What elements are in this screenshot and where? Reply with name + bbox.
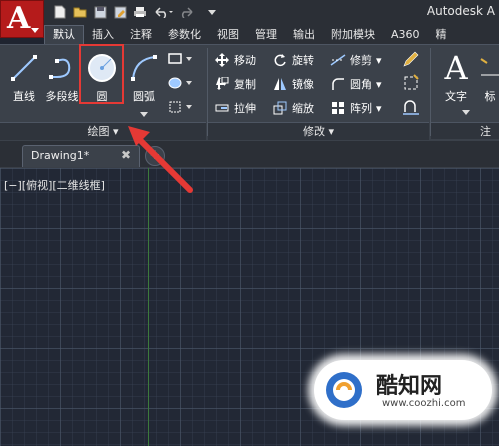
chevron-down-icon: ▾ xyxy=(376,77,382,91)
save-icon[interactable] xyxy=(92,4,108,20)
circle-highlight-box xyxy=(79,44,124,104)
pencil-icon xyxy=(403,51,419,67)
fillet-icon xyxy=(330,76,346,92)
chevron-down-icon: ▾ xyxy=(376,101,382,115)
hatch-tool[interactable] xyxy=(168,76,194,93)
open-icon[interactable] xyxy=(72,4,88,20)
chevron-down-icon: ▾ xyxy=(112,125,119,138)
tab-addins[interactable]: 附加模块 xyxy=(323,26,383,44)
app-logo: A xyxy=(7,1,31,36)
offset-icon xyxy=(403,100,419,115)
watermark-url: www.coozhi.com xyxy=(382,398,466,409)
explode-tool[interactable] xyxy=(402,74,420,95)
application-menu-button[interactable]: A xyxy=(0,0,44,38)
line-icon xyxy=(11,55,37,81)
dimension-label: 标 xyxy=(484,90,496,103)
trim-tool[interactable]: 修剪 ▾ xyxy=(330,50,382,70)
quick-access-toolbar xyxy=(52,3,220,21)
tab-parametric[interactable]: 参数化 xyxy=(160,26,209,44)
watermark-name: 酷知网 xyxy=(376,374,443,399)
new-icon[interactable] xyxy=(52,4,68,20)
tab-view[interactable]: 视图 xyxy=(209,26,247,44)
tab-insert[interactable]: 插入 xyxy=(84,26,122,44)
hatch-icon xyxy=(168,77,192,89)
undo-icon[interactable] xyxy=(152,4,174,20)
coozhi-logo xyxy=(326,372,362,408)
text-icon: A xyxy=(444,49,468,87)
stretch-tool[interactable]: 拉伸 xyxy=(214,98,256,118)
stretch-icon xyxy=(214,100,230,116)
offset-tool[interactable] xyxy=(402,98,420,119)
annotation-panel-title[interactable]: 注 xyxy=(431,122,499,139)
chevron-down-icon xyxy=(31,28,39,33)
ribbon-tabs: 默认 插入 注释 参数化 视图 管理 输出 附加模块 A360 精 xyxy=(44,24,499,44)
watermark: 酷知网 www.coozhi.com xyxy=(314,360,492,420)
polyline-button[interactable]: 多段线 xyxy=(40,48,84,110)
tab-manage[interactable]: 管理 xyxy=(247,26,285,44)
chevron-down-icon: ▾ xyxy=(376,53,382,67)
mirror-tool[interactable]: 镜像 xyxy=(272,74,314,94)
move-tool[interactable]: 移动 xyxy=(214,50,256,70)
modify-panel-label: 修改 xyxy=(302,125,325,138)
arc-button[interactable]: 圆弧 xyxy=(122,48,166,110)
arc-label: 圆弧 xyxy=(133,90,155,103)
dimension-icon xyxy=(480,58,499,76)
chevron-down-icon: ▾ xyxy=(328,125,335,138)
erase-tool[interactable] xyxy=(402,50,420,71)
viewport-controls[interactable]: [−][俯视][二维线框] xyxy=(4,177,105,193)
region-icon xyxy=(169,101,192,113)
rotate-icon xyxy=(272,52,288,68)
array-icon xyxy=(330,100,346,116)
tab-annotate[interactable]: 注释 xyxy=(122,26,160,44)
text-label: 文字 xyxy=(445,90,467,103)
rectangle-icon xyxy=(168,53,192,64)
mirror-icon xyxy=(272,76,288,92)
dropdown-icon[interactable] xyxy=(204,4,220,20)
fillet-tool[interactable]: 圆角 ▾ xyxy=(330,74,382,94)
polyline-icon xyxy=(49,58,71,79)
y-axis-line xyxy=(148,168,149,446)
copy-tool[interactable]: 复制 xyxy=(214,74,256,94)
redo-icon[interactable] xyxy=(178,4,200,20)
modify-panel-title[interactable]: 修改 ▾ xyxy=(208,122,429,140)
rotate-tool[interactable]: 旋转 xyxy=(272,50,314,70)
explode-icon xyxy=(404,74,419,90)
dimension-button[interactable]: 标 xyxy=(478,48,499,110)
arc-icon xyxy=(131,55,157,81)
print-icon[interactable] xyxy=(132,4,148,20)
document-tab-label: Drawing1* xyxy=(31,149,90,162)
chevron-down-icon[interactable] xyxy=(462,106,470,119)
tab-featured[interactable]: 精 xyxy=(428,26,455,44)
draw-panel-label: 绘图 xyxy=(87,125,110,138)
tab-a360[interactable]: A360 xyxy=(383,26,428,44)
region-tool[interactable] xyxy=(168,100,194,117)
rectangle-tool[interactable] xyxy=(168,52,194,69)
window-title: Autodesk A xyxy=(426,4,495,18)
move-icon xyxy=(214,52,230,68)
array-tool[interactable]: 阵列 ▾ xyxy=(330,98,382,118)
annotation-arrow xyxy=(128,126,193,193)
copy-icon xyxy=(214,76,230,92)
trim-icon xyxy=(330,52,346,68)
polyline-label: 多段线 xyxy=(45,90,79,103)
tab-output[interactable]: 输出 xyxy=(285,26,323,44)
scale-icon xyxy=(272,100,288,116)
tab-default[interactable]: 默认 xyxy=(44,25,84,44)
text-button[interactable]: A 文字 xyxy=(434,48,478,110)
scale-tool[interactable]: 缩放 xyxy=(272,98,314,118)
saveas-icon[interactable] xyxy=(112,4,128,20)
